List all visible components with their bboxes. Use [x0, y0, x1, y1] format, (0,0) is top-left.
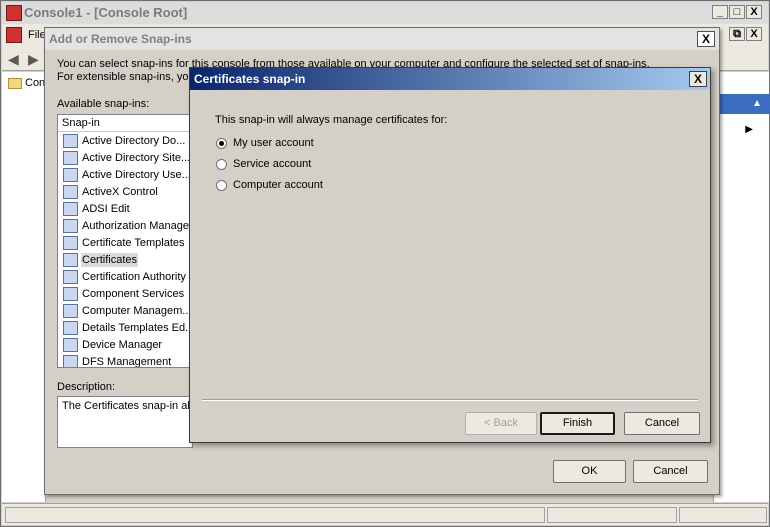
- snapin-list-item[interactable]: Active Directory Do...: [58, 132, 196, 149]
- cert-content-area: This snap-in will always manage certific…: [192, 92, 708, 400]
- snapin-icon: [63, 150, 78, 165]
- snapin-icon: [63, 252, 78, 267]
- snapin-name: Certification Authority: [82, 270, 186, 283]
- cert-prompt-text: This snap-in will always manage certific…: [215, 114, 448, 126]
- folder-icon: [8, 77, 22, 89]
- snapin-name: Details Templates Ed...: [82, 321, 195, 334]
- snapin-icon: [63, 184, 78, 199]
- collapse-up-icon[interactable]: ▲: [752, 98, 762, 109]
- snapin-name: Device Manager: [82, 338, 163, 351]
- radio-button[interactable]: [216, 137, 227, 149]
- actions-header[interactable]: ▲: [714, 94, 770, 114]
- snapin-name: ADSI Edit: [82, 202, 130, 215]
- status-cell-3: [679, 507, 767, 523]
- snapins-title-bar[interactable]: Add or Remove Snap-ins X: [45, 28, 719, 50]
- console-title: Console1 - [Console Root]: [24, 5, 188, 20]
- snapin-list-item[interactable]: Active Directory Use...: [58, 166, 196, 183]
- snapin-name: Computer Managem...: [82, 304, 192, 317]
- maximize-button[interactable]: □: [729, 5, 745, 19]
- snapins-close-button[interactable]: X: [697, 31, 715, 47]
- child-close-button[interactable]: X: [746, 27, 762, 41]
- snapins-cancel-button[interactable]: Cancel: [633, 460, 708, 483]
- snapin-name: Certificates: [81, 252, 139, 267]
- snapin-name: Active Directory Site...: [82, 151, 191, 164]
- cert-cancel-button[interactable]: Cancel: [624, 412, 700, 435]
- snapin-list-item[interactable]: Certificate Templates: [58, 234, 196, 251]
- cert-title-bar[interactable]: Certificates snap-in X: [190, 68, 710, 90]
- snapin-list-item[interactable]: Computer Managem...: [58, 302, 196, 319]
- console-tree-pane: Con: [2, 72, 46, 502]
- radio-my-user-account[interactable]: My user account: [216, 137, 314, 149]
- radio-label: Computer account: [233, 179, 323, 191]
- console-menu-icon[interactable]: [6, 27, 22, 43]
- snapin-name: Active Directory Use...: [82, 168, 191, 181]
- snapin-list-item[interactable]: Active Directory Site...: [58, 149, 196, 166]
- snapin-icon: [63, 354, 78, 367]
- description-label: Description:: [57, 381, 116, 393]
- snapin-list-item[interactable]: Device Manager: [58, 336, 196, 353]
- cert-dialog-title: Certificates snap-in: [194, 72, 306, 86]
- close-button[interactable]: X: [746, 5, 762, 19]
- snapin-icon: [63, 167, 78, 182]
- snapin-name: DFS Management: [82, 355, 172, 368]
- radio-label: My user account: [233, 137, 314, 149]
- snapin-icon: [63, 269, 78, 284]
- radio-service-account[interactable]: Service account: [216, 158, 311, 170]
- snapin-name: Certificate Templates: [82, 236, 185, 249]
- status-bar: [2, 503, 768, 525]
- console-title-bar[interactable]: Console1 - [Console Root] _ □ X: [2, 2, 768, 24]
- snapin-icon: [63, 235, 78, 250]
- child-restore-button[interactable]: ⧉: [729, 27, 745, 41]
- snapin-list-item[interactable]: ADSI Edit: [58, 200, 196, 217]
- ok-button[interactable]: OK: [553, 460, 626, 483]
- radio-label: Service account: [233, 158, 312, 170]
- forward-arrow-icon[interactable]: ▶: [28, 51, 39, 68]
- available-snapins-label: Available snap-ins:: [57, 98, 150, 110]
- snapin-list-item[interactable]: Authorization Manager: [58, 217, 196, 234]
- snapin-icon: [63, 286, 78, 301]
- snapin-name: Authorization Manager: [82, 219, 193, 232]
- snapin-name: ActiveX Control: [82, 185, 158, 198]
- actions-pane: ▲ ▶: [713, 72, 770, 502]
- tree-item-console-root[interactable]: Con: [8, 77, 45, 89]
- status-cell-main: [5, 507, 545, 523]
- minimize-button[interactable]: _: [712, 5, 728, 19]
- snapin-icon: [63, 320, 78, 335]
- snapin-icon: [63, 201, 78, 216]
- snapin-list-item[interactable]: ActiveX Control: [58, 183, 196, 200]
- certificates-snapin-dialog: Certificates snap-in X This snap-in will…: [189, 67, 711, 443]
- cert-close-button[interactable]: X: [689, 71, 707, 87]
- radio-computer-account[interactable]: Computer account: [216, 179, 323, 191]
- snapin-list-item[interactable]: Certification Authority: [58, 268, 196, 285]
- snapin-icon: [63, 303, 78, 318]
- finish-button[interactable]: Finish: [540, 412, 615, 435]
- snapin-list-item[interactable]: Component Services: [58, 285, 196, 302]
- mmc-app-icon: [6, 5, 22, 21]
- snapins-dialog-title: Add or Remove Snap-ins: [49, 32, 192, 46]
- back-button[interactable]: < Back: [465, 412, 537, 435]
- cert-separator: [202, 399, 698, 401]
- description-box: The Certificates snap-in all: [57, 396, 193, 448]
- radio-button[interactable]: [216, 158, 227, 170]
- snapin-icon: [63, 337, 78, 352]
- back-arrow-icon[interactable]: ◀: [8, 51, 19, 68]
- snapin-name: Component Services: [82, 287, 185, 300]
- tree-item-label: Con: [25, 77, 46, 89]
- snapin-icon: [63, 133, 78, 148]
- available-snapins-list[interactable]: Snap-in Active Directory Do... Active Dir…: [57, 114, 197, 368]
- radio-button[interactable]: [216, 179, 227, 191]
- snapin-name: Active Directory Do...: [82, 134, 186, 147]
- snapin-list-item[interactable]: Certificates: [58, 251, 196, 268]
- snapin-list-item[interactable]: DFS Management: [58, 353, 196, 368]
- expand-arrow-icon[interactable]: ▶: [745, 124, 753, 135]
- status-cell-2: [547, 507, 677, 523]
- snapin-icon: [63, 218, 78, 233]
- snapin-list-item[interactable]: Details Templates Ed...: [58, 319, 196, 336]
- snapin-column-header[interactable]: Snap-in: [58, 115, 196, 132]
